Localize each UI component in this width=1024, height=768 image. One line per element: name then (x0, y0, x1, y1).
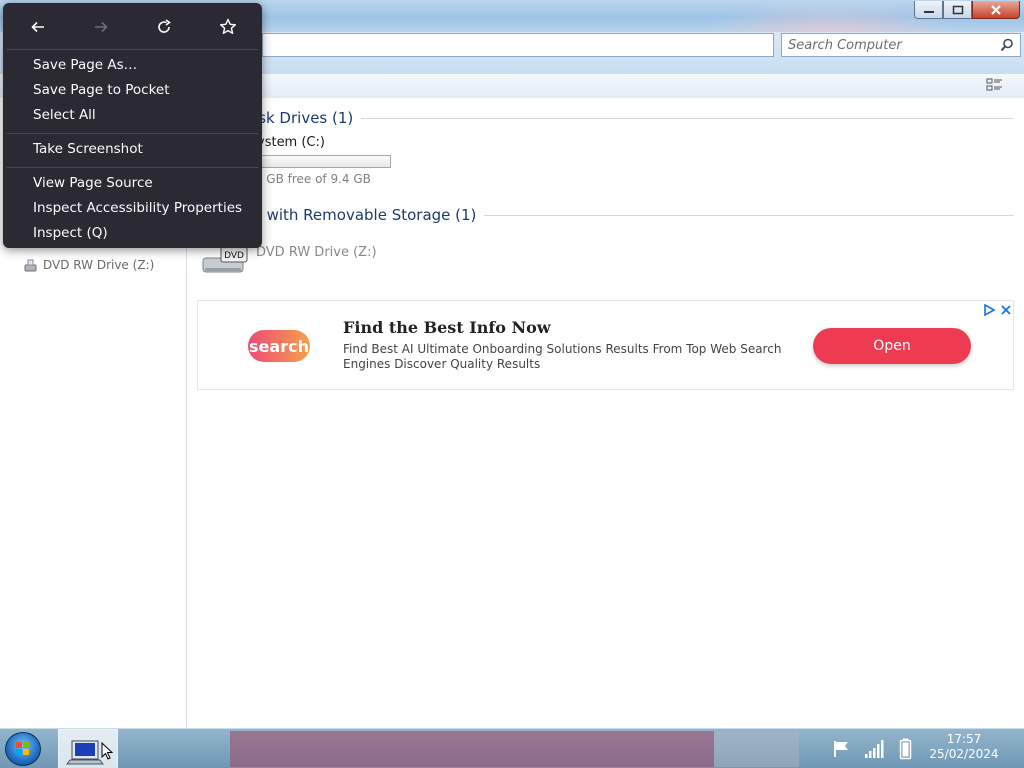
menu-item-save-page-as[interactable]: Save Page As… (3, 52, 262, 77)
system-tray: 17:57 25/02/2024 (820, 729, 1024, 768)
context-menu: Save Page As… Save Page to Pocket Select… (3, 3, 262, 248)
menu-item-save-to-pocket[interactable]: Save Page to Pocket (3, 77, 262, 102)
minimize-button[interactable] (914, 1, 943, 19)
signal-icon[interactable] (864, 739, 886, 759)
mouse-cursor-icon (101, 742, 114, 760)
close-icon (991, 4, 1001, 15)
minimize-icon (923, 10, 934, 13)
close-button[interactable] (972, 1, 1020, 19)
clock-date: 25/02/2024 (929, 747, 999, 761)
search-box[interactable] (781, 33, 1021, 57)
reload-icon (158, 19, 171, 33)
advertisement-banner[interactable]: search Find the Best Info Now Find Best … (197, 300, 1014, 390)
system-drive-name[interactable]: ystem (C:) (257, 135, 325, 150)
dvd-drive-icon (24, 259, 37, 271)
reload-button[interactable] (152, 15, 176, 39)
clock[interactable]: 17:57 25/02/2024 (924, 732, 1004, 762)
ad-close-icon[interactable] (1000, 304, 1012, 316)
removable-storage-section-header[interactable]: s with Removable Storage (1) (187, 206, 1014, 224)
menu-item-inspect-accessibility[interactable]: Inspect Accessibility Properties (3, 195, 262, 220)
flag-icon[interactable] (832, 739, 852, 759)
drive-free-space: .4 GB free of 9.4 GB (251, 172, 371, 186)
taskbar-explorer-button[interactable] (58, 729, 118, 768)
search-input[interactable] (788, 36, 993, 54)
address-bar[interactable] (262, 33, 774, 57)
taskbar-background-tint (230, 731, 714, 767)
back-icon (31, 21, 44, 33)
menu-item-view-page-source[interactable]: View Page Source (3, 170, 262, 195)
back-button[interactable] (26, 15, 50, 39)
bookmark-button[interactable] (216, 15, 240, 39)
battery-icon[interactable] (899, 738, 913, 760)
view-options-icon[interactable] (986, 77, 1004, 93)
forward-button[interactable] (89, 15, 113, 39)
sidebar-item-label: DVD RW Drive (Z:) (43, 258, 155, 272)
menu-item-inspect[interactable]: Inspect (Q) (3, 220, 262, 245)
menu-separator (7, 49, 258, 50)
start-button[interactable] (5, 732, 41, 766)
sidebar-item-dvd-drive[interactable]: DVD RW Drive (Z:) (24, 258, 154, 272)
hard-disk-section-header[interactable]: isk Drives (1) (187, 109, 1014, 127)
menu-separator (7, 133, 258, 134)
taskbar: 17:57 25/02/2024 (0, 728, 1024, 768)
content-pane: isk Drives (1) ystem (C:) .4 GB free of … (187, 98, 1024, 728)
section-divider (484, 214, 1014, 216)
bookmark-star-icon (220, 18, 236, 34)
menu-item-take-screenshot[interactable]: Take Screenshot (3, 136, 262, 161)
menu-item-select-all[interactable]: Select All (3, 102, 262, 127)
forward-icon (95, 21, 108, 33)
windows-logo-icon (16, 742, 29, 755)
search-icon[interactable] (1000, 38, 1014, 52)
ad-logo: search (248, 330, 310, 362)
dvd-drive-icon[interactable]: DVD (201, 244, 249, 278)
ad-description: Find Best AI Ultimate Onboarding Solutio… (343, 342, 782, 371)
section-divider (361, 117, 1014, 119)
clock-time: 17:57 (946, 732, 982, 746)
adchoices-icon[interactable] (982, 303, 996, 317)
dvd-drive-name[interactable]: DVD RW Drive (Z:) (256, 245, 377, 260)
taskbar-background-tint (714, 731, 799, 767)
drive-usage-bar (251, 155, 391, 168)
menu-separator (7, 167, 258, 168)
dvd-icon-label: DVD (224, 251, 244, 261)
context-menu-nav-row (3, 3, 262, 49)
ad-title[interactable]: Find the Best Info Now (343, 318, 551, 337)
ad-open-button[interactable]: Open (813, 328, 971, 364)
maximize-icon (952, 5, 963, 14)
maximize-button[interactable] (943, 1, 972, 19)
